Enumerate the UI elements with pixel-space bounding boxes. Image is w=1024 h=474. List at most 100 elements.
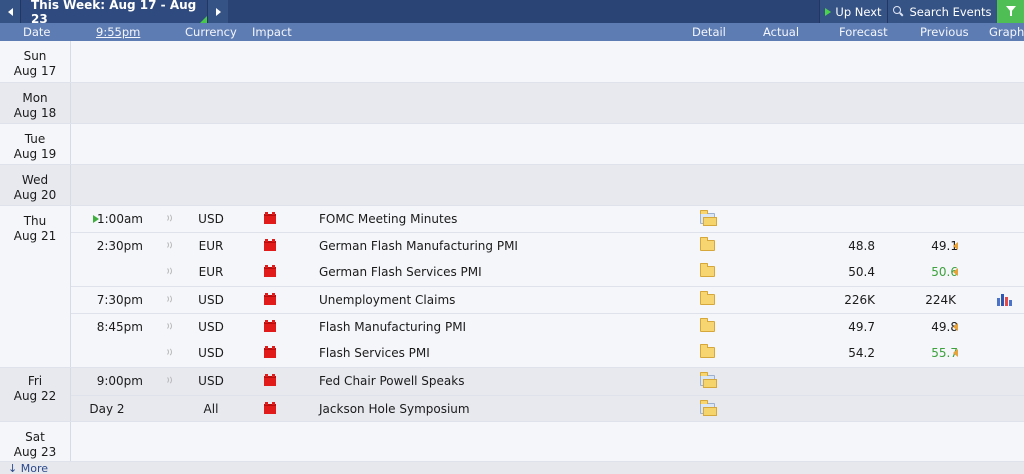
header-impact: Impact	[252, 25, 292, 39]
event-row[interactable]: 7:30pm USD Unemployment Claims 226K 224K	[71, 286, 1024, 312]
detail-folder-icon[interactable]	[700, 263, 715, 277]
header-graph: Graph	[989, 25, 1024, 39]
event-row[interactable]: 9:00pm USD Fed Chair Powell Speaks	[71, 368, 1024, 394]
event-title[interactable]: Fed Chair Powell Speaks	[319, 374, 464, 388]
event-previous: 224K	[925, 293, 956, 307]
event-previous: 49.1	[931, 239, 958, 253]
event-title[interactable]: Flash Services PMI	[319, 346, 430, 360]
sound-wave-icon[interactable]	[164, 239, 174, 251]
event-title[interactable]: FOMC Meeting Minutes	[319, 212, 457, 226]
event-row[interactable]: 1:00am USD FOMC Meeting Minutes	[71, 206, 1024, 232]
day-cell: Thu Aug 21	[0, 206, 71, 367]
calendar-toolbar: This Week: Aug 17 - Aug 23 Up Next Searc…	[0, 0, 1024, 26]
sound-wave-icon[interactable]	[164, 320, 174, 332]
chevron-left-icon	[7, 7, 13, 16]
sound-wave-icon[interactable]	[164, 346, 174, 358]
event-time: 1:00am	[97, 212, 143, 226]
high-impact-folder-icon[interactable]	[264, 374, 276, 386]
filter-icon	[1005, 6, 1016, 17]
day-row-wed: Wed Aug 20	[0, 165, 1024, 206]
sound-wave-icon[interactable]	[164, 265, 174, 277]
dropdown-corner-icon	[200, 16, 207, 23]
sound-wave-icon[interactable]	[164, 212, 174, 224]
event-title[interactable]: Jackson Hole Symposium	[319, 402, 470, 416]
bar-graph-icon[interactable]	[997, 293, 1013, 306]
detail-open-folder-icon[interactable]	[700, 210, 717, 226]
column-header-row: Date 9:55pm Currency Impact Detail Actua…	[0, 23, 1024, 41]
sound-wave-icon[interactable]	[164, 374, 174, 386]
event-title[interactable]: German Flash Services PMI	[319, 265, 482, 279]
event-time: Day 2	[89, 402, 125, 416]
header-date: Date	[23, 25, 51, 39]
calendar-table: Sun Aug 17 Mon Aug 18 Tue Aug 19 Wed Aug 20 …	[0, 41, 1024, 462]
play-icon	[825, 7, 832, 16]
detail-open-folder-icon[interactable]	[700, 372, 717, 388]
event-title[interactable]: Flash Manufacturing PMI	[319, 320, 466, 334]
event-time: 7:30pm	[96, 293, 143, 307]
filter-button[interactable]	[997, 0, 1024, 23]
event-time: 8:45pm	[96, 320, 143, 334]
day-row-thu: Thu Aug 21 1:00am USD FOMC Meeting Minute…	[0, 206, 1024, 368]
high-impact-folder-icon[interactable]	[264, 293, 276, 305]
event-currency: USD	[198, 212, 224, 226]
event-currency: EUR	[198, 239, 224, 253]
day-row-tue: Tue Aug 19	[0, 124, 1024, 165]
search-events-label: Search Events	[909, 4, 992, 19]
high-impact-folder-icon[interactable]	[264, 239, 276, 251]
revision-arrow-icon[interactable]	[953, 268, 958, 276]
event-currency: USD	[198, 293, 224, 307]
event-previous: 55.7	[931, 346, 958, 360]
event-forecast: 54.2	[848, 346, 875, 360]
previous-week-button[interactable]	[0, 0, 21, 23]
day-cell: Sun Aug 17	[0, 41, 71, 82]
header-current-time[interactable]: 9:55pm	[96, 25, 140, 39]
event-forecast: 48.8	[848, 239, 875, 253]
day-row-mon: Mon Aug 18	[0, 83, 1024, 124]
up-next-button[interactable]: Up Next	[819, 0, 887, 23]
event-row[interactable]: USD Flash Services PMI 54.2 55.7	[71, 340, 1024, 366]
day-row-fri: Fri Aug 22 9:00pm USD Fed Chair Powell Sp…	[0, 368, 1024, 422]
header-currency: Currency	[185, 25, 237, 39]
detail-folder-icon[interactable]	[700, 344, 715, 358]
high-impact-folder-icon[interactable]	[264, 346, 276, 358]
detail-folder-icon[interactable]	[700, 237, 715, 251]
detail-open-folder-icon[interactable]	[700, 400, 717, 416]
event-row[interactable]: EUR German Flash Services PMI 50.4 50.6	[71, 259, 1024, 285]
event-row[interactable]: 8:45pm USD Flash Manufacturing PMI 49.7 …	[71, 313, 1024, 339]
high-impact-folder-icon[interactable]	[264, 402, 276, 414]
event-time: 2:30pm	[96, 239, 143, 253]
revision-arrow-icon[interactable]	[953, 323, 958, 331]
search-events-button[interactable]: Search Events	[887, 0, 997, 23]
event-previous: 49.8	[931, 320, 958, 334]
chevron-right-icon	[215, 7, 221, 16]
revision-arrow-icon[interactable]	[953, 349, 958, 357]
next-week-button[interactable]	[207, 0, 228, 23]
event-currency: USD	[198, 374, 224, 388]
detail-folder-icon[interactable]	[700, 318, 715, 332]
event-currency: All	[203, 402, 219, 416]
day-cell: Wed Aug 20	[0, 165, 71, 205]
day-cell: Fri Aug 22	[0, 368, 71, 421]
event-row[interactable]: Day 2 All Jackson Hole Symposium	[71, 395, 1024, 421]
header-detail: Detail	[692, 25, 726, 39]
more-link[interactable]: ↓ More	[0, 462, 1024, 474]
event-row[interactable]: 2:30pm EUR German Flash Manufacturing PM…	[71, 232, 1024, 258]
day-cell: Sat Aug 23	[0, 422, 71, 461]
high-impact-folder-icon[interactable]	[264, 212, 276, 224]
event-title[interactable]: Unemployment Claims	[319, 293, 455, 307]
search-icon	[893, 6, 904, 17]
week-selector[interactable]: This Week: Aug 17 - Aug 23	[21, 0, 207, 26]
revision-arrow-icon[interactable]	[953, 242, 958, 250]
high-impact-folder-icon[interactable]	[264, 320, 276, 332]
event-currency: USD	[198, 320, 224, 334]
high-impact-folder-icon[interactable]	[264, 265, 276, 277]
event-title[interactable]: German Flash Manufacturing PMI	[319, 239, 518, 253]
event-forecast: 49.7	[848, 320, 875, 334]
event-forecast: 226K	[844, 293, 875, 307]
header-previous: Previous	[920, 25, 969, 39]
week-label: This Week: Aug 17 - Aug 23	[31, 0, 197, 26]
detail-folder-icon[interactable]	[700, 291, 715, 305]
sound-wave-icon[interactable]	[164, 293, 174, 305]
event-currency: EUR	[198, 265, 224, 279]
event-currency: USD	[198, 346, 224, 360]
